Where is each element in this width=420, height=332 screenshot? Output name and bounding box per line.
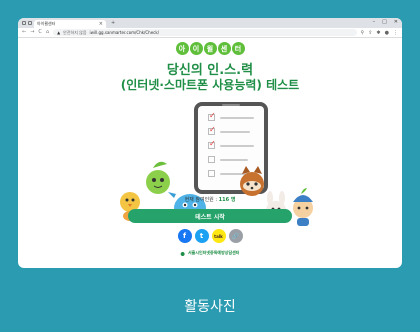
participant-count-label: 현재 참여인원 :	[184, 197, 219, 203]
home-button[interactable]: ⌂	[46, 30, 49, 35]
participant-count-value: 116 명	[218, 197, 236, 203]
security-label: 안전하지 않음	[63, 29, 87, 35]
menu-icon[interactable]: ⋮	[393, 30, 398, 36]
extension-icon[interactable]: ✱	[376, 30, 380, 36]
twitter-icon[interactable]: t	[194, 229, 209, 243]
test-landing-page: 아 이 윌 센 터 당신의 인.스.력 (인터넷·스마트폰 사용능력) 테스트	[18, 38, 402, 268]
profile-icon[interactable]: ●	[385, 30, 389, 36]
footer-org: ⬤ 서울시인터넷중독예방상담센터	[18, 250, 402, 256]
logo-badge: 이	[189, 42, 203, 55]
url-text: iwill.gg.sanmarter.com/Chk/Check/	[89, 30, 160, 35]
page-subtitle: (인터넷·스마트폰 사용능력) 테스트	[120, 78, 300, 92]
logo-badge: 아	[175, 42, 189, 55]
new-tab-button[interactable]: +	[111, 20, 115, 26]
close-window-button[interactable]: ✕	[394, 19, 398, 25]
url-field[interactable]: ▲ 안전하지 않음 iwill.gg.sanmarter.com/Chk/Che…	[53, 29, 357, 36]
checked-box-icon	[208, 139, 216, 149]
share-buttons: f t talk 🔗	[18, 229, 402, 243]
address-bar-row: ← → C ⌂ ▲ 안전하지 않음 iwill.gg.sanmarter.com…	[18, 28, 402, 38]
phone-speaker	[222, 104, 240, 106]
back-button[interactable]: ←	[22, 30, 26, 35]
window-menu-icon[interactable]	[22, 21, 26, 25]
participant-count: 현재 참여인원 : 116 명	[18, 196, 402, 203]
checklist-line	[220, 131, 250, 133]
checked-box-icon	[208, 111, 216, 121]
logo-badges: 아 이 윌 센 터	[18, 42, 402, 55]
checklist-line	[220, 145, 254, 147]
checklist-line	[220, 117, 254, 119]
photo-caption: 활동사진	[184, 299, 236, 315]
browser-tab[interactable]: 아이윌센터 ×	[34, 20, 106, 28]
reload-button[interactable]: C	[38, 30, 42, 35]
kakaotalk-icon[interactable]: talk	[211, 229, 226, 243]
warning-icon: ▲	[57, 30, 61, 35]
sprout-mascot-icon	[146, 161, 170, 194]
link-icon[interactable]: 🔗	[228, 229, 243, 243]
screenshot-frame: 아이윌센터 × + – □ ✕ ← → C ⌂ ▲ 안전하지 않음 iwill.…	[18, 18, 402, 268]
browser-tab-bar: 아이윌센터 × + – □ ✕	[18, 18, 402, 28]
minimize-button[interactable]: –	[373, 19, 376, 25]
raccoon-mascot-icon	[240, 166, 264, 196]
leaf-kid-mascot-icon	[293, 188, 313, 226]
tab-actions-icon[interactable]	[28, 21, 32, 25]
forward-button[interactable]: →	[30, 30, 34, 35]
tab-close-icon[interactable]: ×	[99, 21, 103, 27]
facebook-icon[interactable]: f	[177, 229, 192, 243]
tab-title: 아이윌센터	[37, 21, 56, 26]
location-pin-icon: ⬤	[180, 250, 185, 256]
checked-box-icon	[208, 125, 216, 135]
window-controls: – □ ✕	[373, 19, 398, 25]
footer-org-name: 서울시인터넷중독예방상담센터	[187, 250, 240, 255]
logo-badge: 터	[231, 42, 245, 55]
logo-badge: 센	[217, 42, 231, 55]
share-icon[interactable]: ⇪	[368, 30, 372, 36]
search-icon[interactable]: ⚲	[361, 30, 365, 36]
maximize-button[interactable]: □	[382, 19, 387, 25]
start-test-button[interactable]: 테스트 시작	[128, 209, 292, 223]
logo-badge: 윌	[203, 42, 217, 55]
